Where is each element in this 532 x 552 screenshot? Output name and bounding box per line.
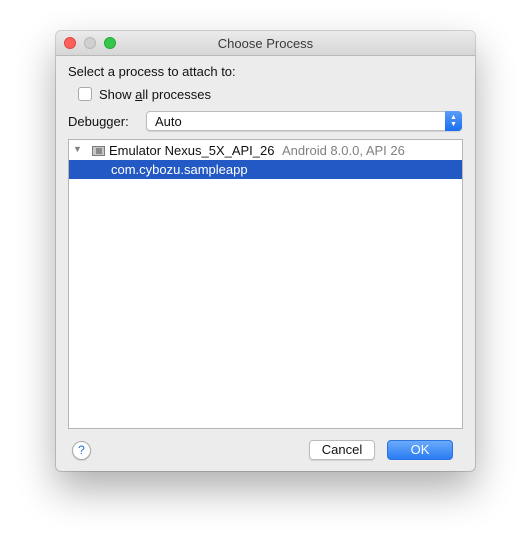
expand-triangle-icon[interactable]: ▼ xyxy=(73,144,82,154)
debugger-select[interactable]: Auto ▲ ▼ xyxy=(146,111,462,131)
debugger-select-value: Auto xyxy=(155,114,182,129)
device-info: Android 8.0.0, API 26 xyxy=(282,143,405,158)
tree-row-device[interactable]: ▼ Emulator Nexus_5X_API_26 Android 8.0.0… xyxy=(69,141,462,160)
choose-process-dialog: Choose Process Select a process to attac… xyxy=(56,31,475,471)
tree-row-process[interactable]: com.cybozu.sampleapp xyxy=(69,160,462,179)
device-icon xyxy=(92,146,105,156)
show-all-processes-label[interactable]: Show all processes xyxy=(99,87,211,102)
show-all-processes-checkbox[interactable] xyxy=(78,87,92,101)
attach-prompt: Select a process to attach to: xyxy=(68,64,236,79)
cancel-button[interactable]: Cancel xyxy=(309,440,375,460)
title-bar: Choose Process xyxy=(56,31,475,56)
process-name: com.cybozu.sampleapp xyxy=(111,162,248,177)
device-name: Emulator Nexus_5X_API_26 xyxy=(109,143,275,158)
debugger-label: Debugger: xyxy=(68,114,129,129)
ok-button[interactable]: OK xyxy=(387,440,453,460)
window-title: Choose Process xyxy=(217,36,314,51)
help-button[interactable]: ? xyxy=(72,441,91,460)
select-arrows-icon[interactable]: ▲ ▼ xyxy=(445,111,462,131)
process-tree[interactable]: ▼ Emulator Nexus_5X_API_26 Android 8.0.0… xyxy=(68,139,463,429)
show-all-processes-option[interactable]: Show all processes xyxy=(78,86,211,102)
